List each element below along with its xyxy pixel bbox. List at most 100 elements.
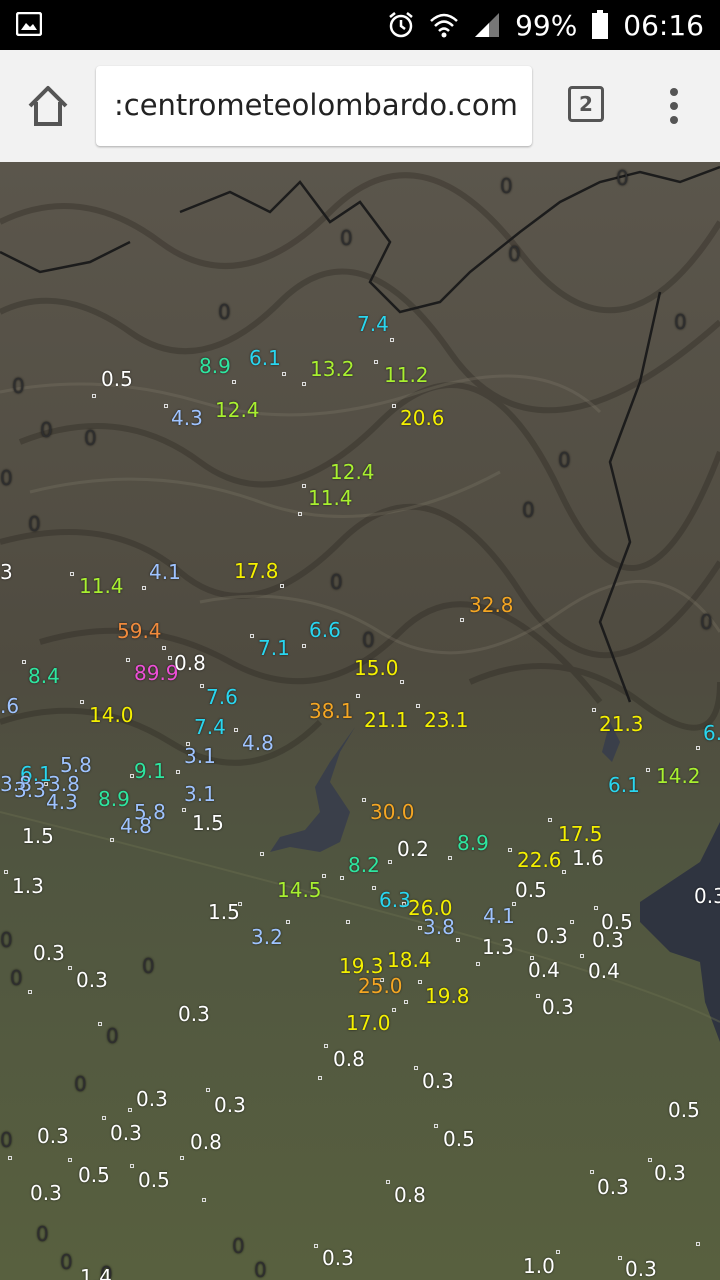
rain-value[interactable]: 0.3 — [625, 1257, 657, 1280]
rain-value[interactable]: 4.1 — [483, 904, 515, 928]
rain-value[interactable]: 4.8 — [242, 731, 274, 755]
rain-value[interactable]: 4.3 — [46, 790, 78, 814]
rain-value[interactable]: 0.5 — [443, 1127, 475, 1151]
rainfall-map[interactable]: 0 0 0 0 0 0 0 0 0 0 0 0 0 0 0 0 0 0 0 0 … — [0, 162, 720, 1280]
rain-value[interactable]: 11.2 — [384, 363, 429, 387]
rain-value[interactable]: 19.8 — [425, 984, 470, 1008]
rain-value[interactable]: 0.3 — [422, 1069, 454, 1093]
rain-value[interactable]: 3.1 — [184, 782, 216, 806]
rain-value[interactable]: 17.0 — [346, 1011, 391, 1035]
rain-value[interactable]: 0.3 — [694, 884, 720, 908]
rain-value[interactable]: 0.3 — [37, 1124, 69, 1148]
rain-value[interactable]: 0.5 — [668, 1098, 700, 1122]
rain-value[interactable]: 0.8 — [190, 1130, 222, 1154]
rain-value[interactable]: 8.9 — [199, 354, 231, 378]
rain-value[interactable]: 1.3 — [12, 874, 44, 898]
rain-value[interactable]: 8.9 — [457, 831, 489, 855]
rain-value[interactable]: 7.4 — [357, 312, 389, 336]
rain-value[interactable]: 3 — [0, 560, 13, 584]
rain-value[interactable]: 12.4 — [330, 460, 375, 484]
rain-value[interactable]: 0.3 — [536, 924, 568, 948]
rain-value[interactable]: 0.3 — [214, 1093, 246, 1117]
rain-value[interactable]: 14.0 — [89, 703, 134, 727]
rain-value[interactable]: 59.4 — [117, 619, 162, 643]
rain-value[interactable]: 0.4 — [528, 958, 560, 982]
rain-value[interactable]: 0.3 — [33, 941, 65, 965]
rain-value[interactable]: 11.4 — [308, 486, 353, 510]
rain-value[interactable]: 1.5 — [22, 824, 54, 848]
rain-value[interactable]: 0.8 — [333, 1047, 365, 1071]
rain-value[interactable]: 8.9 — [98, 787, 130, 811]
rain-value[interactable]: 8.4 — [28, 664, 60, 688]
rain-value[interactable]: 6.1 — [249, 346, 281, 370]
rain-value[interactable]: 6.1 — [608, 773, 640, 797]
rain-value[interactable]: 4.3 — [171, 406, 203, 430]
rain-value[interactable]: 0.3 — [654, 1161, 686, 1185]
rain-value[interactable]: 4.1 — [149, 560, 181, 584]
rain-value[interactable]: 0.3 — [136, 1087, 168, 1111]
rain-value[interactable]: 23.1 — [424, 708, 469, 732]
rain-value[interactable]: 14.5 — [277, 878, 322, 902]
rain-value[interactable]: 1.4 — [80, 1265, 112, 1280]
overflow-menu-icon[interactable] — [662, 84, 686, 128]
rain-value[interactable]: 1.5 — [208, 900, 240, 924]
rain-value[interactable]: 14.2 — [656, 764, 701, 788]
rain-value[interactable]: 0.8 — [174, 651, 206, 675]
rain-value[interactable]: 0.3 — [322, 1246, 354, 1270]
rain-value[interactable]: 0.8 — [394, 1183, 426, 1207]
rain-value[interactable]: 1.3 — [482, 935, 514, 959]
rain-value[interactable]: 0.5 — [101, 367, 133, 391]
rain-value[interactable]: 0.4 — [588, 959, 620, 983]
rain-value[interactable]: 0.5 — [138, 1168, 170, 1192]
rain-value[interactable]: 12.4 — [215, 398, 260, 422]
rain-value[interactable]: 0.3 — [76, 968, 108, 992]
rain-value[interactable]: 0.5 — [78, 1163, 110, 1187]
rain-value[interactable]: 0.3 — [30, 1181, 62, 1205]
rain-value[interactable]: 0.3 — [592, 928, 624, 952]
rain-value[interactable]: 21.3 — [599, 712, 644, 736]
home-icon[interactable] — [22, 80, 74, 132]
rain-value[interactable]: 30.0 — [370, 800, 415, 824]
rain-value[interactable]: 4.8 — [120, 814, 152, 838]
zero-value: 0 — [700, 610, 713, 634]
rain-value[interactable]: 17.5 — [558, 822, 603, 846]
rain-value[interactable]: 1.5 — [192, 811, 224, 835]
rain-value[interactable]: 6.6 — [309, 618, 341, 642]
rain-value[interactable]: 38.1 — [309, 699, 354, 723]
station-marker — [80, 700, 84, 704]
rain-value[interactable]: 6.3 — [379, 888, 411, 912]
rain-value[interactable]: 25.0 — [358, 974, 403, 998]
rain-value[interactable]: 1.0 — [523, 1254, 555, 1278]
rain-value[interactable]: 0.5 — [515, 878, 547, 902]
rain-value[interactable]: 6. — [703, 721, 720, 745]
rain-value[interactable]: 3.2 — [251, 925, 283, 949]
url-field[interactable]: :centrometeolombardo.com — [96, 66, 532, 146]
rain-value[interactable]: 9.1 — [134, 759, 166, 783]
rain-value[interactable]: 3.1 — [184, 744, 216, 768]
rain-value[interactable]: 8.2 — [348, 853, 380, 877]
rain-value[interactable]: 20.6 — [400, 406, 445, 430]
rain-value[interactable]: 11.4 — [79, 574, 124, 598]
rain-value[interactable]: 0.3 — [542, 995, 574, 1019]
tab-switcher-button[interactable]: 2 — [568, 86, 604, 122]
rain-value[interactable]: 17.8 — [234, 559, 279, 583]
rain-value[interactable]: 13.2 — [310, 357, 355, 381]
rain-value[interactable]: 0.3 — [110, 1121, 142, 1145]
zero-value: 0 — [558, 448, 571, 472]
rain-value[interactable]: 7.1 — [258, 636, 290, 660]
rain-value[interactable]: 1.6 — [572, 846, 604, 870]
rain-value[interactable]: 89.9 — [134, 661, 179, 685]
rain-value[interactable]: 3.8 — [423, 915, 455, 939]
rain-value[interactable]: 7.4 — [194, 715, 226, 739]
rain-value[interactable]: 0.3 — [178, 1002, 210, 1026]
rain-value[interactable]: 21.1 — [364, 708, 409, 732]
rain-value[interactable]: 7.6 — [206, 685, 238, 709]
rain-value[interactable]: 18.4 — [387, 948, 432, 972]
rain-value[interactable]: 32.8 — [469, 593, 514, 617]
rain-value[interactable]: 15.0 — [354, 656, 399, 680]
rain-value[interactable]: 22.6 — [517, 848, 562, 872]
rain-value[interactable]: 0.3 — [597, 1175, 629, 1199]
rain-value[interactable]: 3.3 — [14, 778, 46, 802]
rain-value[interactable]: .6 — [0, 694, 19, 718]
rain-value[interactable]: 0.2 — [397, 837, 429, 861]
